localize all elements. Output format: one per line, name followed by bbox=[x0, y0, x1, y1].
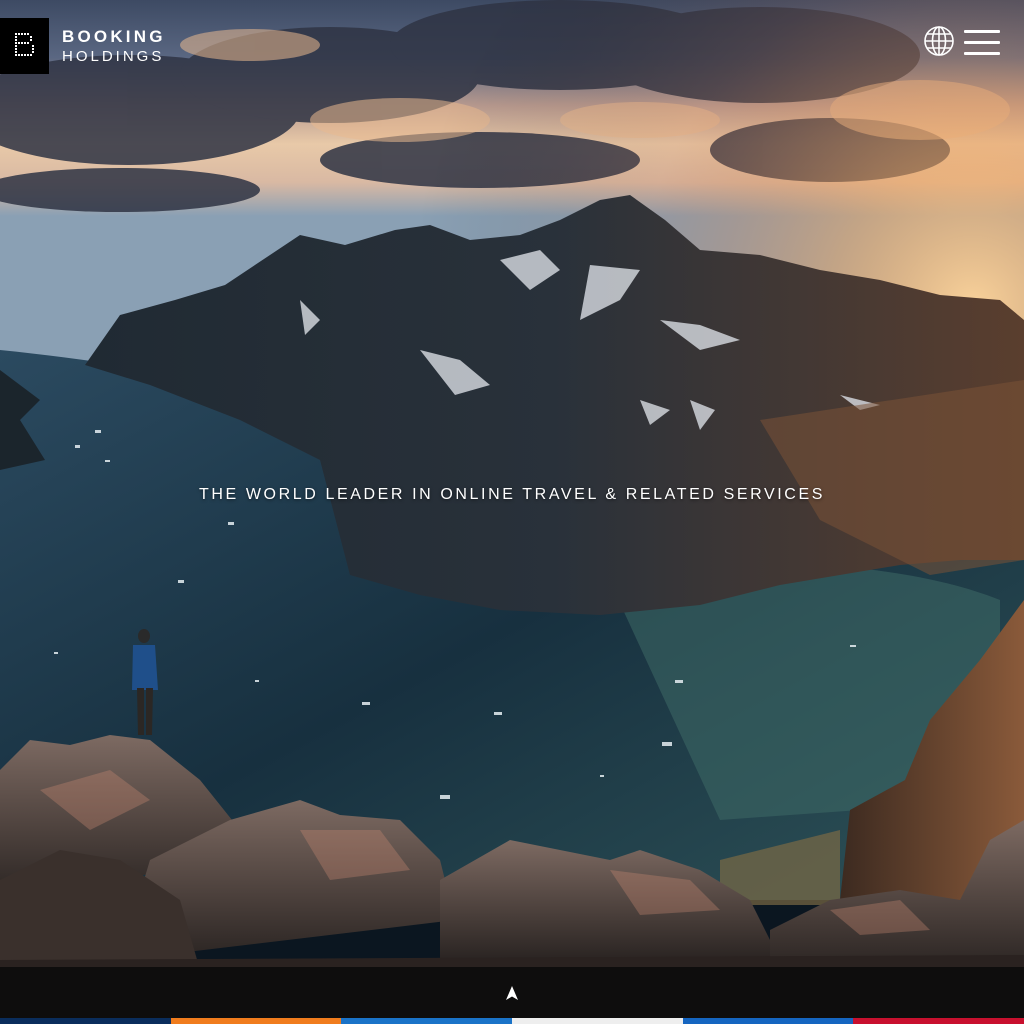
stripe-segment-6 bbox=[853, 1018, 1024, 1024]
stripe-segment-1 bbox=[0, 1018, 171, 1024]
hero-background bbox=[0, 0, 1024, 1024]
bottom-bar bbox=[0, 967, 1024, 1018]
arrow-up-icon[interactable] bbox=[500, 981, 524, 1005]
logo-wordmark-line1: BOOKING bbox=[62, 27, 166, 46]
booking-holdings-logo[interactable]: BOOKING HOLDINGS bbox=[0, 18, 166, 74]
hero-tagline: THE WORLD LEADER IN ONLINE TRAVEL & RELA… bbox=[199, 486, 825, 503]
booking-holdings-b-mark-icon bbox=[0, 18, 49, 74]
logo-wordmark: BOOKING HOLDINGS bbox=[62, 28, 166, 64]
stripe-segment-5 bbox=[682, 1018, 854, 1024]
hamburger-menu-icon[interactable] bbox=[964, 30, 1000, 56]
menu-bar-middle bbox=[964, 41, 1000, 44]
logo-wordmark-line2: HOLDINGS bbox=[62, 48, 165, 65]
hero-landscape-image bbox=[0, 0, 1024, 1024]
globe-icon[interactable] bbox=[923, 25, 955, 57]
stripe-segment-3 bbox=[341, 1018, 513, 1024]
stripe-segment-2 bbox=[170, 1018, 342, 1024]
menu-bar-bottom bbox=[964, 52, 1000, 55]
menu-bar-top bbox=[964, 30, 1000, 33]
brand-color-stripe bbox=[0, 1018, 1024, 1024]
stripe-segment-4 bbox=[512, 1018, 683, 1024]
